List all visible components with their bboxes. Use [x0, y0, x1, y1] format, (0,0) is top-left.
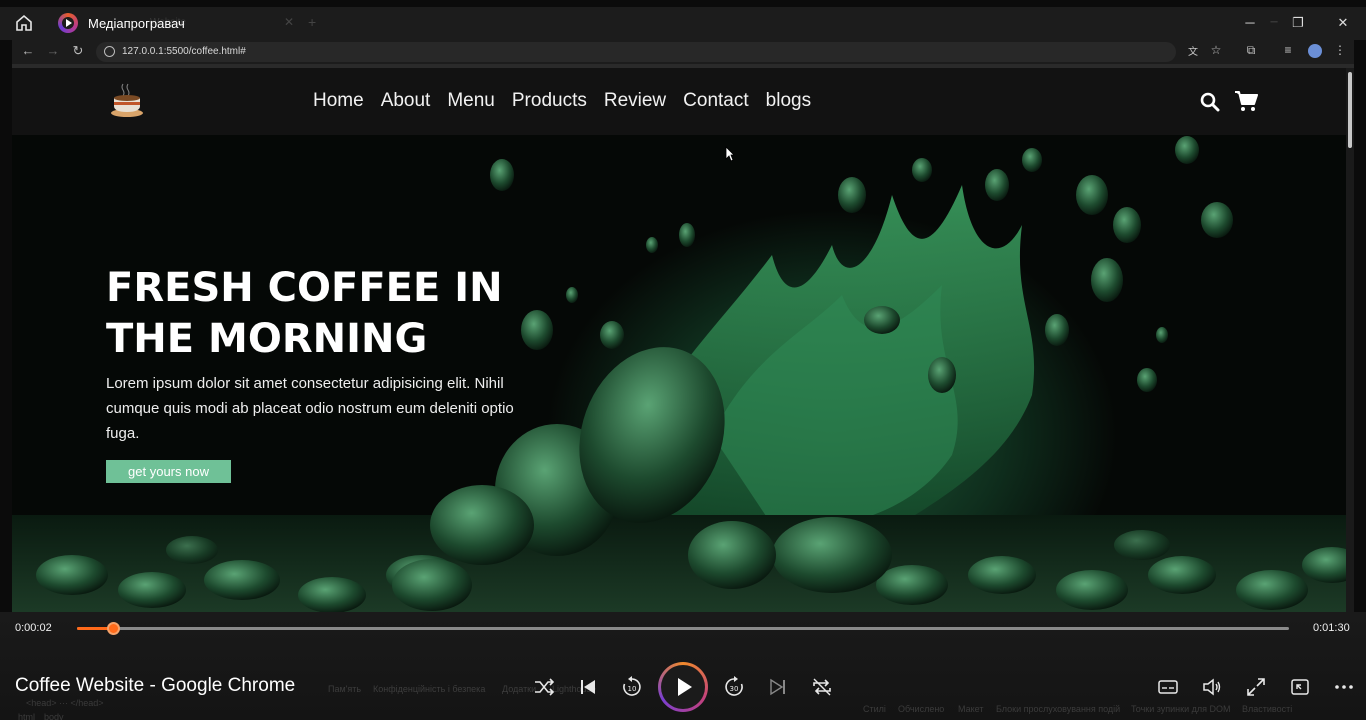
volume-icon[interactable] — [1200, 675, 1224, 699]
site-info-icon[interactable] — [104, 46, 115, 57]
coffee-cup-logo[interactable] — [110, 82, 144, 118]
screen: Website ✕ + Медіапрогравач ─ ─ ❐ ✕ ← → ↻… — [0, 0, 1366, 720]
forward-30-icon[interactable]: 30 — [722, 675, 746, 699]
hero-text: Lorem ipsum dolor sit amet consectetur a… — [106, 375, 514, 442]
ghost-devtools-computed: Обчислено — [898, 704, 945, 714]
previous-icon[interactable] — [576, 675, 600, 699]
close-window-icon[interactable]: ✕ — [1331, 12, 1355, 34]
address-bar[interactable]: 127.0.0.1:5500/coffee.html# — [96, 42, 1176, 62]
browser-menu-icon[interactable]: ⋮ — [1332, 43, 1348, 57]
nav-menu[interactable]: Menu — [447, 90, 495, 112]
current-time: 0:00:02 — [15, 622, 52, 634]
ghost-devtools-dom-breakpoints: Точки зупинки для DOM — [1131, 704, 1231, 714]
mouse-cursor-icon — [725, 146, 735, 162]
ghost-crumb-html: html — [18, 712, 36, 720]
ghost-devtools-properties: Властивості — [1242, 704, 1293, 714]
ghost-devtools-styles: Стилі — [863, 704, 886, 714]
more-icon[interactable] — [1332, 675, 1356, 699]
browser-toolbar: ← → ↻ 127.0.0.1:5500/coffee.html# 文 ☆ ⧉ … — [12, 40, 1354, 64]
nav-home[interactable]: Home — [313, 90, 364, 112]
app-title: Медіапрогравач — [88, 16, 185, 31]
miniplayer-icon[interactable] — [1288, 675, 1312, 699]
get-yours-now-button[interactable]: get yours now — [106, 460, 231, 483]
shuffle-icon[interactable] — [532, 675, 556, 699]
ghost-crumb-body: body — [44, 712, 64, 720]
ghost-new-tab-icon: + — [308, 14, 317, 30]
seek-bar-thumb[interactable] — [107, 622, 121, 635]
reload-icon[interactable]: ↻ — [70, 43, 86, 59]
ghost-devtools-tab-memory: Пам'ять — [328, 684, 362, 694]
subtitles-icon[interactable] — [1156, 675, 1180, 699]
extensions-icon[interactable]: ⧉ — [1243, 43, 1259, 58]
profile-avatar[interactable] — [1308, 44, 1322, 58]
svg-text:10: 10 — [628, 685, 637, 693]
nav-products[interactable]: Products — [512, 90, 587, 112]
rewind-10-icon[interactable]: 10 — [620, 675, 644, 699]
player-titlebar: Website ✕ + Медіапрогравач ─ ─ ❐ ✕ — [0, 7, 1366, 40]
app-logo-icon — [58, 13, 78, 33]
media-title: Coffee Website - Google Chrome — [15, 675, 296, 696]
back-icon[interactable]: ← — [20, 43, 36, 58]
page-scrollbar[interactable] — [1346, 68, 1354, 612]
play-button[interactable] — [658, 662, 708, 712]
url-text: 127.0.0.1:5500/coffee.html# — [122, 46, 246, 57]
cart-icon[interactable] — [1234, 90, 1258, 112]
ghost-tab-close-icon: ✕ — [284, 15, 295, 29]
search-icon[interactable] — [1200, 92, 1220, 112]
site-header: Home About Menu Products Review Contact … — [12, 68, 1346, 135]
forward-icon[interactable]: → — [45, 43, 61, 58]
fullscreen-icon[interactable] — [1244, 675, 1268, 699]
hero-section: FRESH COFFEE IN THE MORNING Lorem ipsum … — [12, 135, 1346, 612]
svg-text:30: 30 — [730, 685, 739, 693]
total-time: 0:01:30 — [1313, 622, 1350, 634]
media-control-icon[interactable]: ≡ — [1280, 43, 1296, 57]
ghost-devtools-layout: Макет — [958, 704, 984, 714]
hero-title: FRESH COFFEE IN THE MORNING — [106, 265, 503, 362]
bookmark-star-icon[interactable]: ☆ — [1208, 43, 1224, 57]
nav-review[interactable]: Review — [604, 90, 666, 112]
ghost-code-line: <head> ··· </head> — [26, 698, 104, 708]
minimize-icon[interactable]: ─ — [1238, 12, 1262, 34]
maximize-icon[interactable]: ❐ — [1286, 12, 1310, 34]
repeat-icon[interactable] — [810, 675, 834, 699]
next-icon[interactable] — [766, 675, 790, 699]
nav-about[interactable]: About — [381, 90, 431, 112]
main-nav: Home About Menu Products Review Contact … — [313, 90, 828, 112]
play-icon — [661, 665, 705, 709]
nav-contact[interactable]: Contact — [683, 90, 748, 112]
nav-blogs[interactable]: blogs — [766, 90, 811, 112]
ghost-devtools-listeners: Блоки прослуховування подій — [996, 704, 1121, 714]
seek-bar[interactable] — [77, 622, 1289, 635]
translate-icon[interactable]: 文 — [1185, 43, 1201, 58]
ghost-devtools-tab-privacy: Конфіденційність і безпека — [373, 684, 486, 694]
page-scrollbar-thumb[interactable] — [1348, 72, 1352, 148]
restore-hint-icon: ─ — [1270, 17, 1278, 28]
player-controls: 0:00:02 0:01:30 Coffee Website - Google … — [0, 612, 1366, 720]
home-icon[interactable] — [14, 13, 34, 33]
